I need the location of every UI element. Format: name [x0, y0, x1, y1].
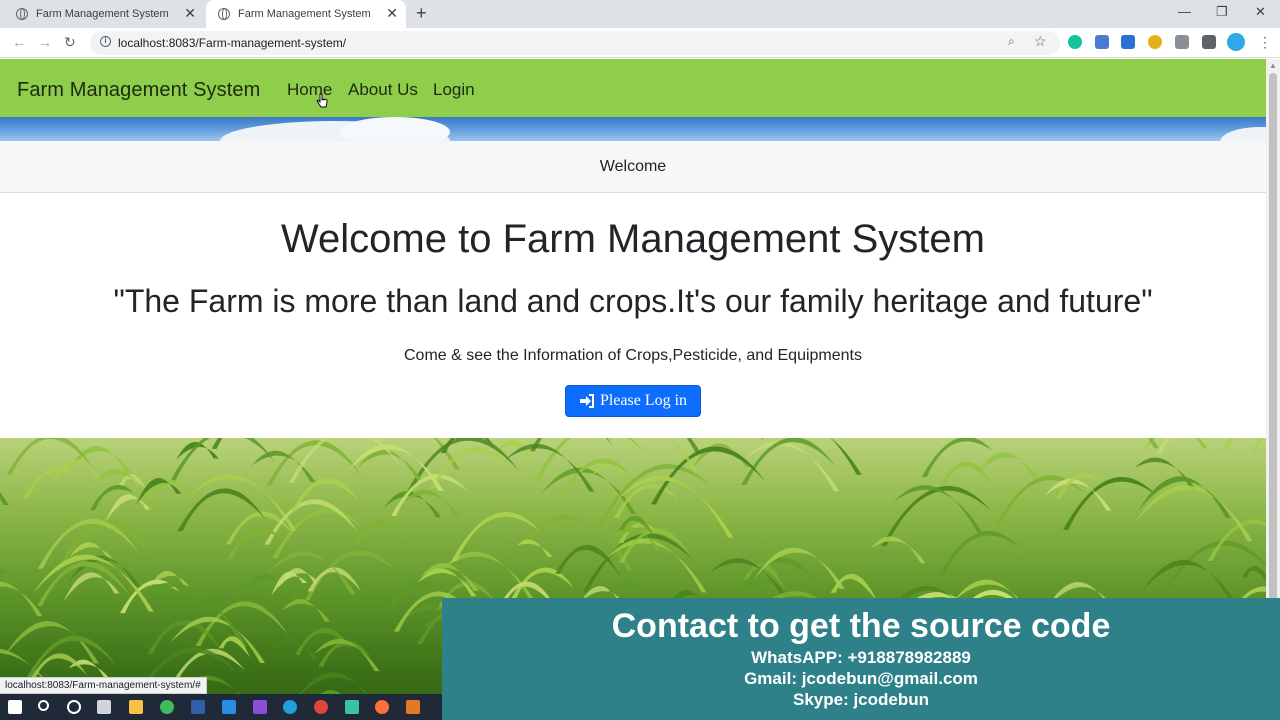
back-icon[interactable]: ← — [12, 34, 26, 50]
contact-gmail: Gmail: jcodebun@gmail.com — [744, 669, 978, 688]
visual-studio-icon[interactable] — [253, 700, 267, 714]
tab-title: Farm Management System — [36, 8, 169, 20]
camera-extension-icon[interactable] — [1175, 35, 1189, 49]
tab-title: Farm Management System — [238, 8, 371, 20]
zoom-icon[interactable]: ⌕ — [1008, 34, 1015, 49]
slack-icon[interactable] — [345, 700, 359, 714]
vscode-icon[interactable] — [222, 700, 236, 714]
site-navbar: Farm Management System Home About Us Log… — [0, 59, 1266, 117]
windows-start-icon[interactable] — [8, 700, 22, 714]
please-log-in-label: Please Log in — [599, 392, 688, 409]
close-window-icon[interactable]: ✕ — [1255, 4, 1266, 20]
globe-icon — [218, 8, 230, 20]
extension-icon[interactable] — [1148, 35, 1162, 49]
hero-section: Welcome to Farm Management System "The F… — [0, 193, 1266, 438]
reload-icon[interactable]: ↻ — [64, 34, 76, 51]
contact-skype: Skype: jcodebun — [792, 690, 930, 709]
hero-quote: "The Farm is more than land and crops.It… — [113, 283, 1153, 319]
close-tab-icon[interactable]: ✕ — [184, 6, 196, 20]
new-tab-icon[interactable]: + — [416, 4, 427, 22]
app-icon[interactable] — [191, 700, 205, 714]
page-title: Welcome to Farm Management System — [281, 217, 985, 261]
scrollbar-thumb[interactable] — [1269, 73, 1277, 673]
close-tab-icon[interactable]: ✕ — [386, 6, 398, 20]
search-icon[interactable] — [38, 700, 49, 711]
nav-link-about-us[interactable]: About Us — [348, 80, 418, 100]
profile-avatar[interactable] — [1227, 33, 1245, 51]
browser-tab-strip: Farm Management System ✕ Farm Management… — [0, 0, 1280, 28]
browser-tab[interactable]: Farm Management System ✕ — [4, 0, 204, 28]
site-brand[interactable]: Farm Management System — [17, 79, 260, 102]
app-icon[interactable] — [160, 700, 174, 714]
edge-icon[interactable] — [283, 700, 297, 714]
extension-icon[interactable] — [1095, 35, 1109, 49]
scroll-up-icon[interactable]: ▲ — [1269, 61, 1277, 70]
forward-icon[interactable]: → — [38, 34, 52, 50]
sign-in-icon — [579, 394, 594, 408]
sky-background-image — [0, 117, 1266, 161]
chrome-icon[interactable] — [314, 700, 328, 714]
bookmark-star-icon[interactable]: ☆ — [1034, 33, 1047, 50]
extension-icon[interactable] — [1121, 35, 1135, 49]
contact-title: Contact to get the source code — [611, 607, 1111, 645]
nav-link-login[interactable]: Login — [433, 80, 475, 100]
contact-banner: Contact to get the source code WhatsAPP:… — [442, 598, 1280, 720]
task-view-icon[interactable] — [97, 700, 111, 714]
maximize-icon[interactable]: ❐ — [1216, 4, 1228, 20]
welcome-card-header: Welcome — [0, 141, 1266, 193]
link-status-bar: localhost:8083/Farm-management-system/# — [0, 677, 207, 694]
hand-cursor-icon — [316, 93, 328, 108]
contact-whatsapp: WhatsAPP: +918878982889 — [751, 648, 971, 667]
url-text[interactable]: localhost:8083/Farm-management-system/ — [118, 36, 346, 50]
browser-tab-active[interactable]: Farm Management System ✕ — [206, 0, 406, 28]
address-bar[interactable]: i localhost:8083/Farm-management-system/… — [90, 31, 1060, 55]
hero-subtitle: Come & see the Information of Crops,Pest… — [403, 347, 862, 364]
puzzle-icon[interactable] — [1202, 35, 1216, 49]
file-explorer-icon[interactable] — [129, 700, 143, 714]
please-log-in-button[interactable]: Please Log in — [565, 385, 701, 417]
browser-menu-icon[interactable]: ⋮ — [1258, 34, 1272, 51]
welcome-heading: Welcome — [599, 158, 667, 175]
browser-toolbar: ← → ↻ i localhost:8083/Farm-management-s… — [0, 28, 1280, 58]
firefox-icon[interactable] — [375, 700, 389, 714]
minimize-icon[interactable]: — — [1178, 4, 1191, 19]
globe-icon — [16, 8, 28, 20]
cortana-icon[interactable] — [67, 700, 81, 714]
windows-taskbar — [0, 694, 442, 720]
grammarly-extension-icon[interactable] — [1068, 35, 1082, 49]
site-info-icon[interactable]: i — [100, 36, 111, 47]
app-icon[interactable] — [406, 700, 420, 714]
